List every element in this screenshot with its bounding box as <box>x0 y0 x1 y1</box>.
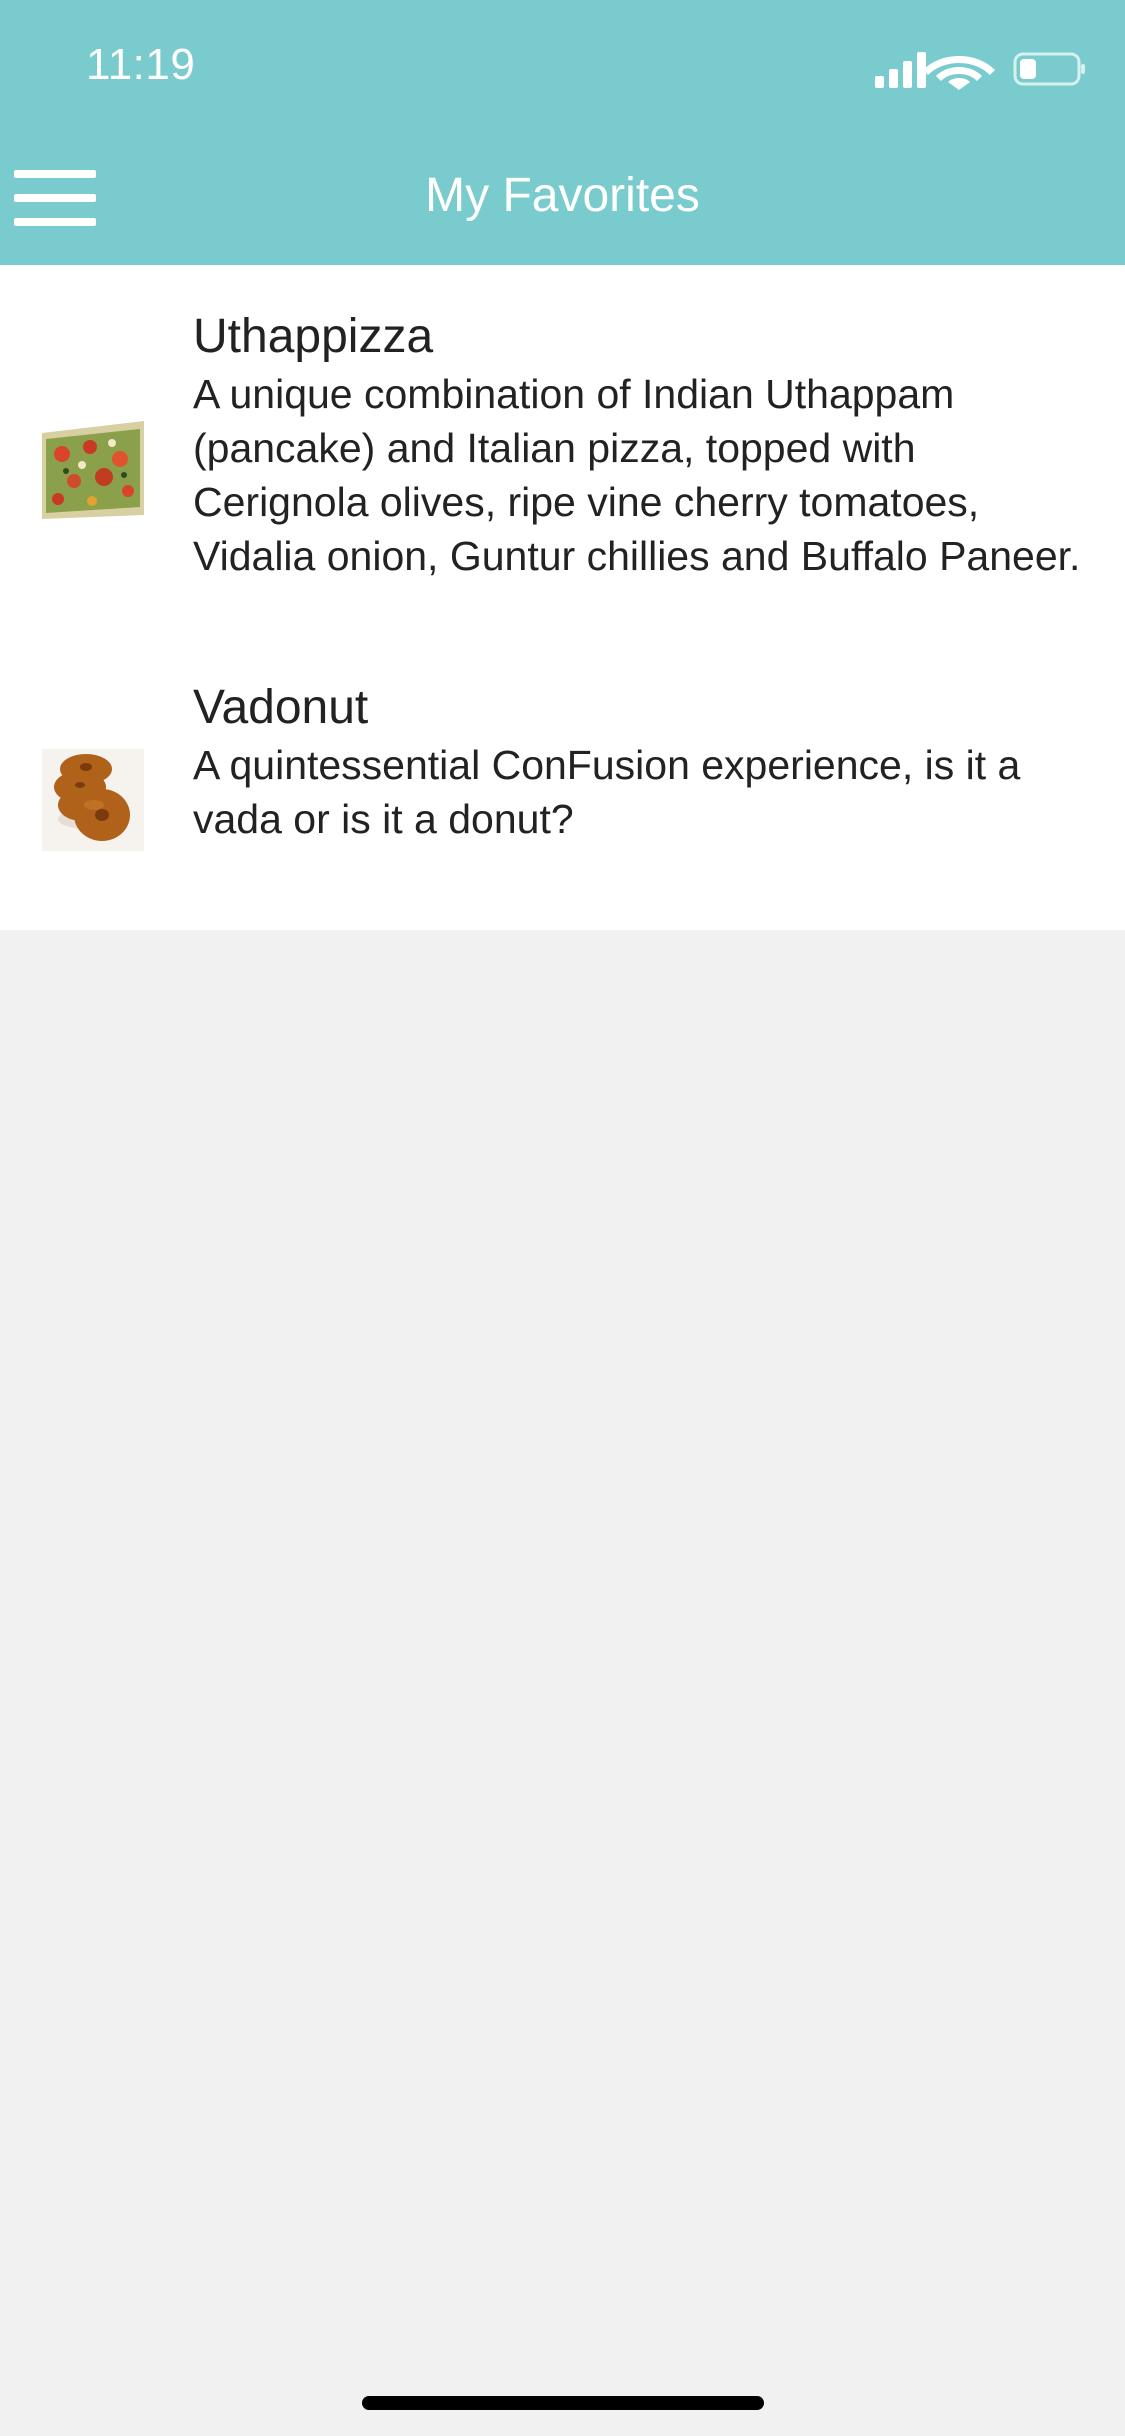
status-icons <box>875 52 1085 90</box>
signal-icon <box>875 52 926 88</box>
list-item[interactable]: Uthappizza A unique combination of India… <box>0 265 1125 660</box>
list-item[interactable]: Vadonut A quintessential ConFusion exper… <box>0 660 1125 930</box>
home-indicator[interactable] <box>362 2396 764 2410</box>
status-time: 11:19 <box>86 40 196 89</box>
wifi-icon <box>923 56 995 90</box>
battery-icon <box>1013 52 1085 86</box>
page-title: My Favorites <box>425 169 700 222</box>
pizza-thumbnail <box>42 419 144 521</box>
favorites-list: Uthappizza A unique combination of India… <box>0 265 1125 930</box>
item-title: Vadonut <box>193 681 369 734</box>
app-header: 11:19 My Favorites <box>0 0 1125 265</box>
item-description: A quintessential ConFusion experience, i… <box>193 742 1021 842</box>
item-description: A unique combination of Indian Uthappam … <box>193 371 1081 579</box>
item-title: Uthappizza <box>193 310 434 363</box>
vadonut-thumbnail <box>42 749 144 851</box>
